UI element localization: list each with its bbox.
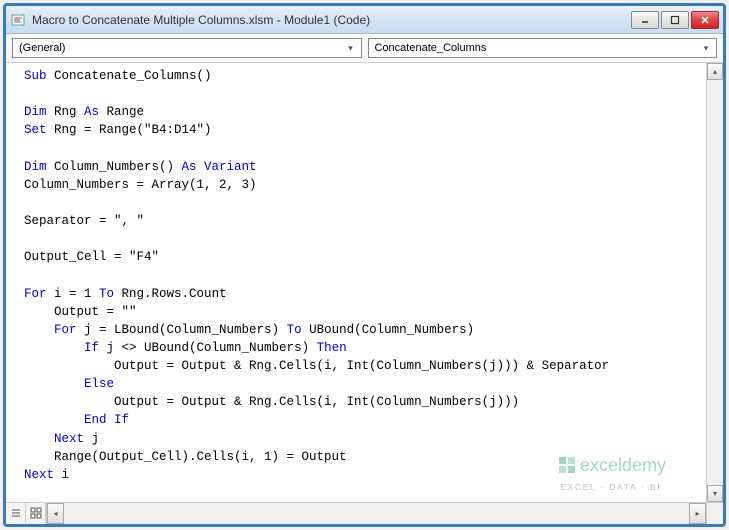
- procedure-view-icon[interactable]: [6, 503, 26, 523]
- maximize-button[interactable]: [661, 11, 689, 29]
- titlebar[interactable]: Macro to Concatenate Multiple Columns.xl…: [6, 6, 723, 34]
- watermark-subtitle: EXCEL · DATA · BI: [560, 482, 661, 494]
- vba-code-window: Macro to Concatenate Multiple Columns.xl…: [3, 3, 726, 527]
- module-icon: [10, 12, 26, 28]
- procedure-dropdown[interactable]: Concatenate_Columns ▾: [368, 38, 718, 58]
- vertical-scrollbar[interactable]: ▴ ▾: [706, 63, 723, 502]
- watermark: exceldemy EXCEL · DATA · BI: [556, 452, 666, 494]
- watermark-text: exceldemy: [580, 452, 666, 478]
- procedure-dropdown-value: Concatenate_Columns: [375, 42, 487, 54]
- window-title: Macro to Concatenate Multiple Columns.xl…: [32, 13, 631, 27]
- minimize-button[interactable]: [631, 11, 659, 29]
- dropdown-bar: (General) ▾ Concatenate_Columns ▾: [6, 34, 723, 63]
- chevron-down-icon: ▾: [343, 40, 359, 56]
- chevron-down-icon: ▾: [698, 40, 714, 56]
- scrollbar-corner: [706, 503, 723, 524]
- window-controls: [631, 11, 719, 29]
- bottom-bar: ◂ ▸: [6, 502, 723, 524]
- full-module-view-icon[interactable]: [26, 503, 46, 523]
- code-container: Sub Concatenate_Columns() Dim Rng As Ran…: [6, 63, 723, 502]
- object-dropdown-value: (General): [19, 42, 65, 54]
- close-button[interactable]: [691, 11, 719, 29]
- object-dropdown[interactable]: (General) ▾: [12, 38, 362, 58]
- scroll-track-v[interactable]: [707, 80, 723, 485]
- scroll-track-h[interactable]: [64, 503, 689, 524]
- view-mode-icons: [6, 503, 47, 524]
- code-editor[interactable]: Sub Concatenate_Columns() Dim Rng As Ran…: [6, 63, 706, 502]
- scroll-left-button[interactable]: ◂: [47, 503, 64, 524]
- scroll-down-button[interactable]: ▾: [707, 485, 723, 502]
- horizontal-scrollbar[interactable]: ◂ ▸: [47, 503, 706, 524]
- scroll-up-button[interactable]: ▴: [707, 63, 723, 80]
- scroll-right-button[interactable]: ▸: [689, 503, 706, 524]
